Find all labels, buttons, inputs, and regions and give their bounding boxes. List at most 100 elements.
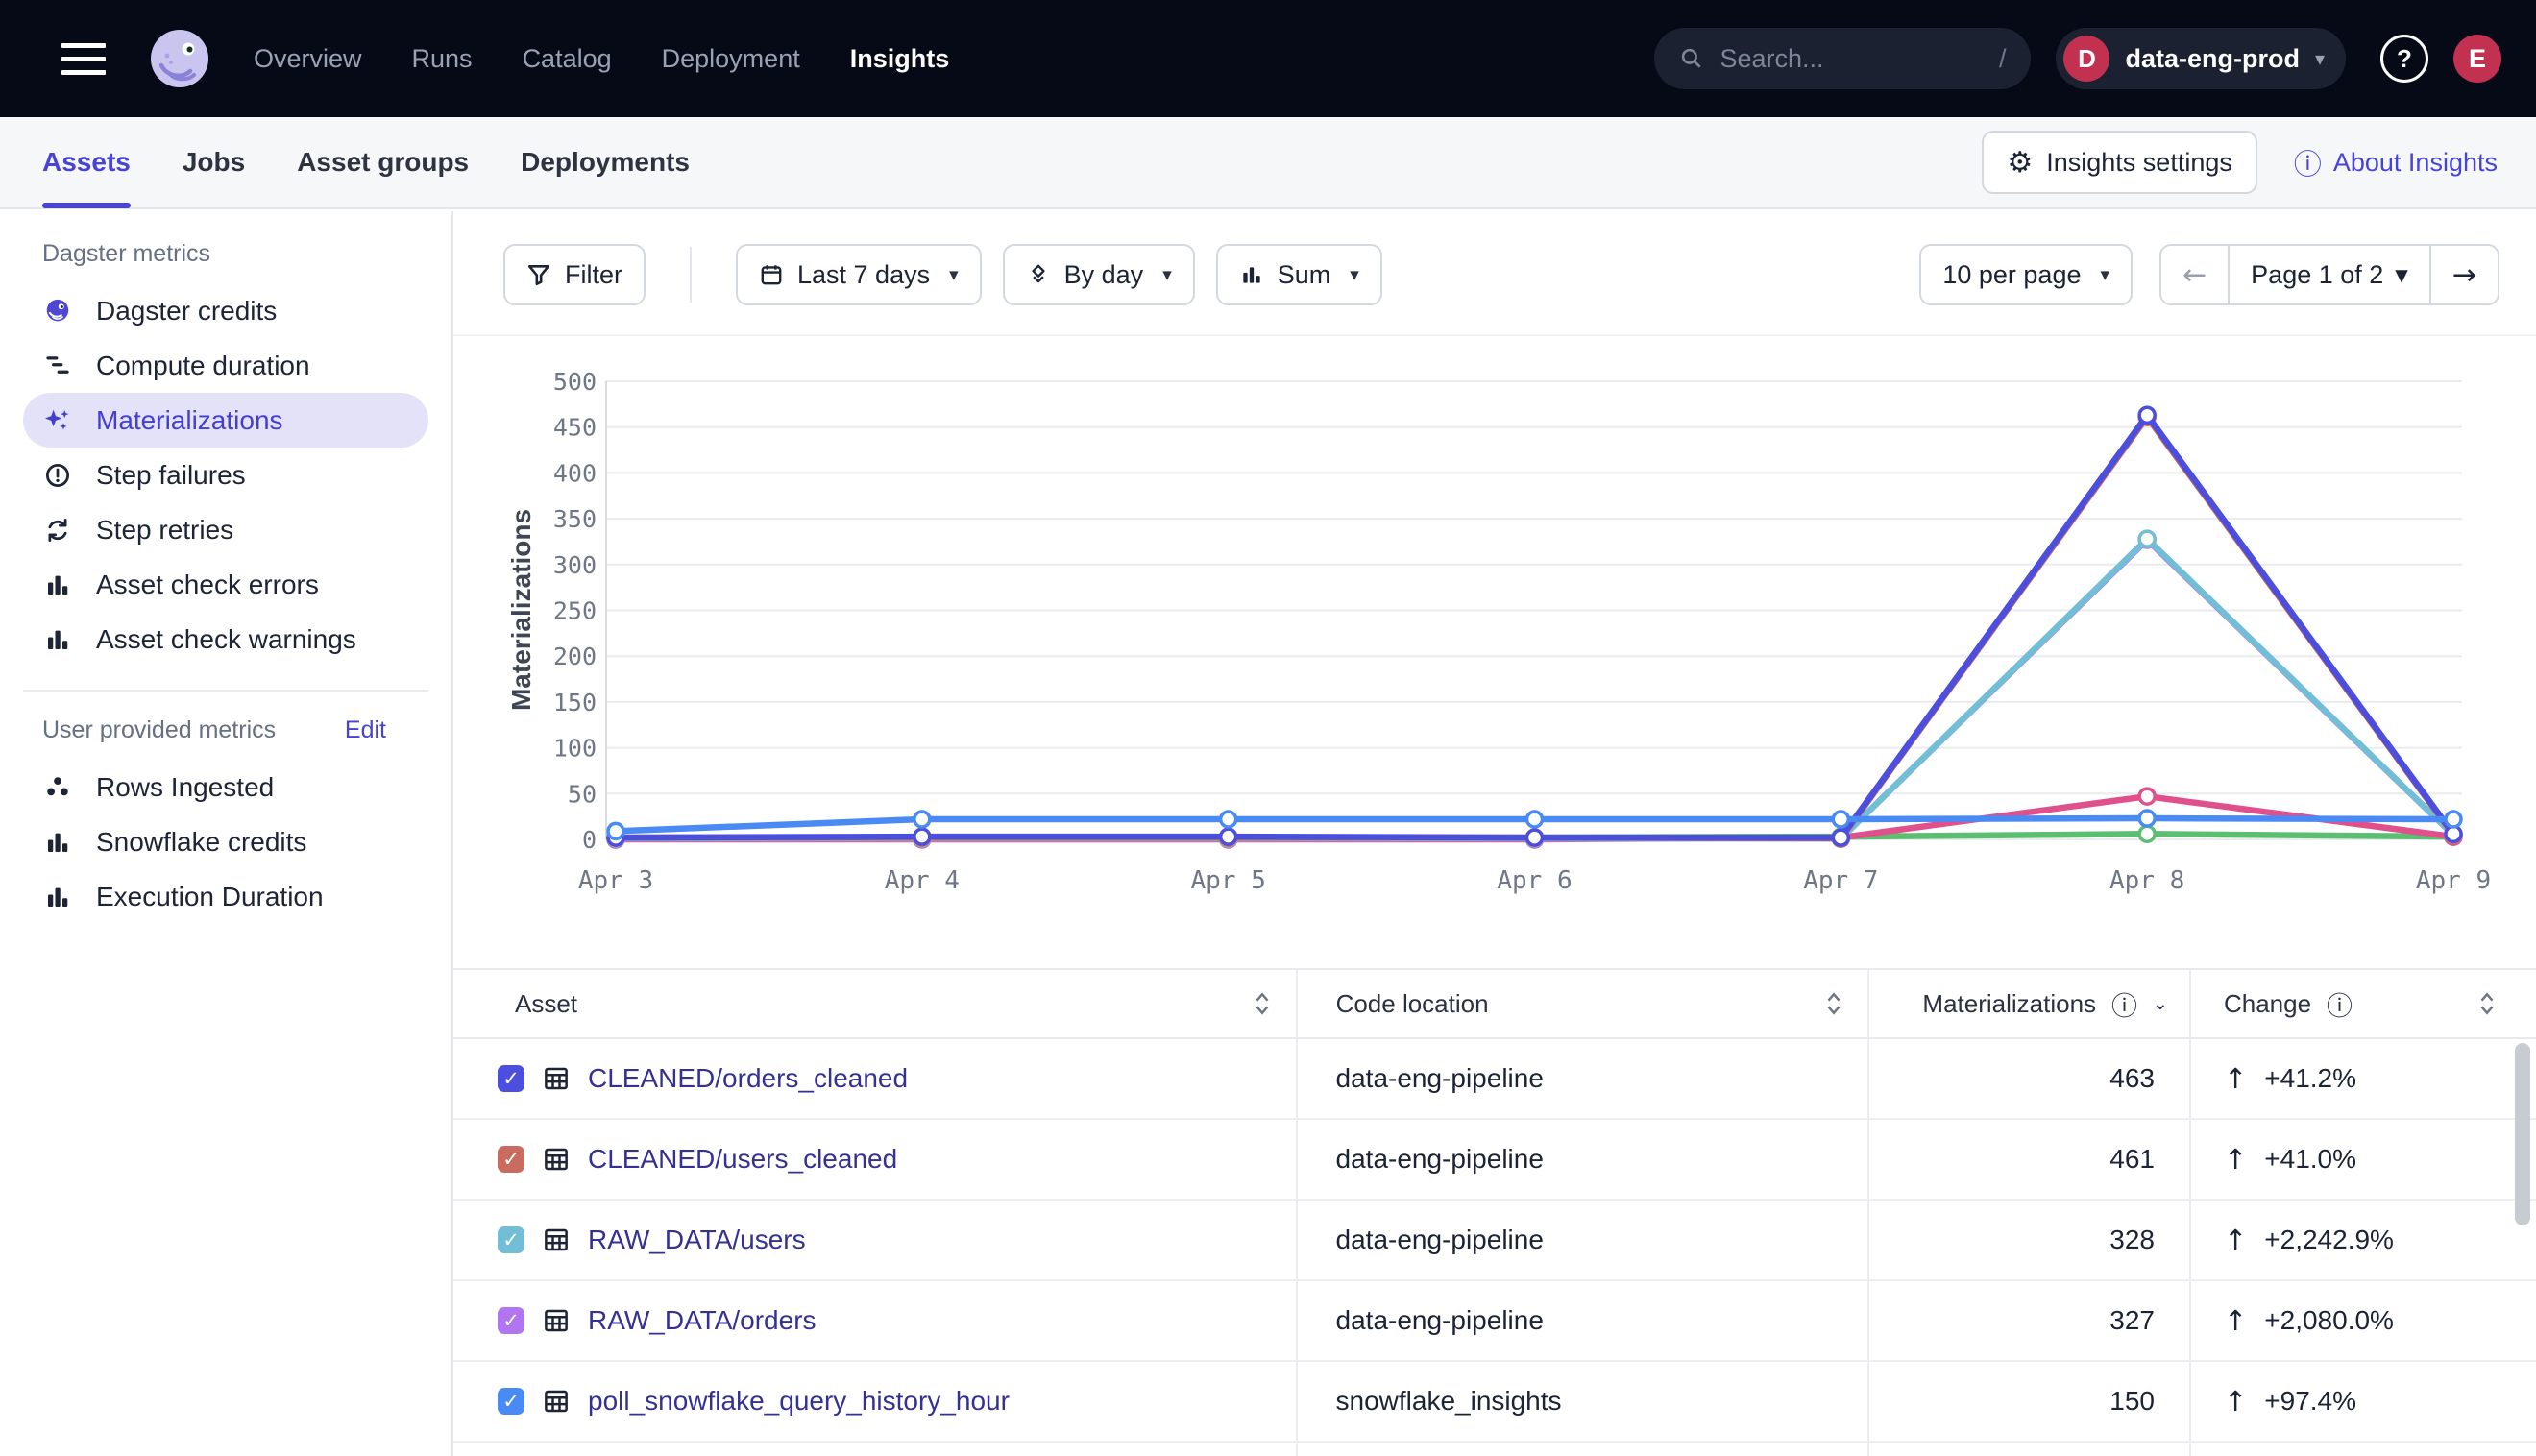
code-location-cell: snowflake_insights [1298,1362,1869,1441]
nav-catalog[interactable]: Catalog [523,44,612,74]
svg-text:Apr 5: Apr 5 [1191,866,1266,895]
filter-icon [526,262,551,287]
asset-checkbox[interactable]: ✓ [498,1307,524,1334]
column-header-change[interactable]: Change ⓘ [2191,970,2536,1037]
aggregation-button[interactable]: Sum ▾ [1216,244,1382,305]
asset-link[interactable]: CLEANED/orders_cleaned [588,1063,908,1094]
user-avatar[interactable]: E [2453,35,2501,83]
sidebar-item-asset-check-warnings[interactable]: Asset check warnings [23,612,428,667]
nav-insights[interactable]: Insights [850,44,950,74]
search-placeholder: Search... [1719,44,1823,74]
svg-text:Apr 7: Apr 7 [1803,866,1878,895]
sidebar-item-label: Asset check errors [96,570,319,600]
svg-text:Apr 6: Apr 6 [1497,866,1572,895]
tab-deployments[interactable]: Deployments [521,117,690,207]
info-icon[interactable]: ⓘ [2111,985,2137,1023]
nav-deployment[interactable]: Deployment [662,44,800,74]
search-input[interactable]: Search... / [1654,28,2031,89]
deployment-switcher[interactable]: D data-eng-prod ▾ [2056,28,2346,89]
edit-metrics-link[interactable]: Edit [345,716,386,744]
materializations-cell: 327 [1869,1281,2191,1360]
table-row: ✓ CLEANED/locations_cleaned data-eng-pip… [453,1443,2536,1456]
table-scrollbar[interactable] [2515,1043,2530,1225]
asset-link[interactable]: poll_snowflake_query_history_hour [588,1386,1010,1417]
sidebar-item-rows-ingested[interactable]: Rows Ingested [23,760,428,814]
column-header-asset[interactable]: Asset [453,970,1298,1037]
bars-icon [42,624,73,655]
sidebar-item-execution-duration[interactable]: Execution Duration [23,869,428,924]
table-grid-icon [542,1387,571,1416]
svg-text:150: 150 [553,689,597,716]
sidebar-section-title: User provided metrics [42,716,276,744]
asset-checkbox[interactable]: ✓ [498,1226,524,1253]
asset-checkbox[interactable]: ✓ [498,1065,524,1092]
search-shortcut-hint: / [1999,44,2007,74]
filter-button[interactable]: Filter [503,244,646,305]
prev-page-button[interactable]: ← [2161,246,2228,303]
tab-asset-groups[interactable]: Asset groups [297,117,469,207]
up-arrow-icon: ↑ [2224,1385,2247,1418]
code-location-cell: data-eng-pipeline [1298,1281,1869,1360]
asset-checkbox[interactable]: ✓ [498,1146,524,1173]
sort-icon[interactable] [1823,991,1844,1016]
info-icon[interactable]: ⓘ [2327,985,2353,1023]
octopus-icon [42,296,73,327]
asset-link[interactable]: RAW_DATA/users [588,1225,806,1255]
change-cell: ↑ +41.2% [2191,1039,2536,1118]
dagster-logo[interactable] [148,27,211,90]
column-header-materializations[interactable]: Materializations ⓘ ⌄ [1869,970,2191,1037]
sidebar-item-materializations[interactable]: Materializations [23,393,428,448]
calendar-icon [759,262,784,287]
date-range-button[interactable]: Last 7 days ▾ [736,244,982,305]
hamburger-menu-icon[interactable] [61,43,106,75]
insights-sub-nav: Assets Jobs Asset groups Deployments ⚙ I… [0,117,2536,209]
nav-runs[interactable]: Runs [412,44,473,74]
insights-settings-button[interactable]: ⚙ Insights settings [1982,131,2257,194]
chevron-down-icon: ⌄ [2153,993,2168,1014]
svg-text:Apr 8: Apr 8 [2109,866,2184,895]
svg-text:350: 350 [553,505,597,533]
table-header: Asset Code location Materializations ⓘ [453,970,2536,1039]
nav-overview[interactable]: Overview [254,44,362,74]
about-insights-link[interactable]: ⓘ About Insights [2294,142,2498,182]
sidebar-item-step-retries[interactable]: Step retries [23,502,428,557]
code-location-cell: data-eng-pipeline [1298,1039,1869,1118]
svg-text:300: 300 [553,551,597,579]
chevron-down-icon: ▾ [2100,264,2109,285]
primary-nav: Overview Runs Catalog Deployment Insight… [254,44,949,74]
tab-assets[interactable]: Assets [42,117,131,207]
svg-text:Materializations: Materializations [506,509,536,711]
sidebar-item-label: Dagster credits [96,296,277,327]
materializations-cell: 150 [1869,1362,2191,1441]
sidebar-item-dagster-credits[interactable]: Dagster credits [23,283,428,338]
search-icon [1679,46,1704,71]
sidebar-item-step-failures[interactable]: Step failures [23,448,428,502]
svg-text:450: 450 [553,414,597,442]
dots-icon [42,772,73,803]
grouping-button[interactable]: By day ▾ [1003,244,1195,305]
deployment-name: data-eng-prod [2125,44,2300,74]
sort-icon[interactable] [1252,991,1273,1016]
asset-link[interactable]: RAW_DATA/orders [588,1305,817,1336]
help-icon[interactable]: ? [2380,35,2428,83]
change-cell: ↑ +1,233.3% [2191,1443,2536,1456]
table-grid-icon [542,1064,571,1093]
asset-checkbox[interactable]: ✓ [498,1388,524,1415]
chevron-down-icon: ▾ [949,264,959,285]
column-header-code-location[interactable]: Code location [1298,970,1869,1037]
alert-icon [42,460,73,491]
table-grid-icon [542,1225,571,1254]
sidebar-item-snowflake-credits[interactable]: Snowflake credits [23,814,428,869]
tab-jobs[interactable]: Jobs [183,117,245,207]
table-row: ✓ RAW_DATA/orders data-eng-pipeline 327 … [453,1281,2536,1362]
per-page-button[interactable]: 10 per page ▾ [1919,244,2133,305]
table-row: ✓ poll_snowflake_query_history_hour snow… [453,1362,2536,1443]
asset-link[interactable]: CLEANED/users_cleaned [588,1144,897,1175]
page-select[interactable]: Page 1 of 2 ▾ [2228,246,2429,303]
sidebar-item-compute-duration[interactable]: Compute duration [23,338,428,393]
sidebar-item-asset-check-errors[interactable]: Asset check errors [23,557,428,612]
materializations-cell: 463 [1869,1039,2191,1118]
sort-icon[interactable] [2476,991,2498,1016]
next-page-button[interactable]: → [2429,246,2498,303]
materializations-chart: 050100150200250300350400450500Apr 3Apr 4… [453,334,2536,951]
